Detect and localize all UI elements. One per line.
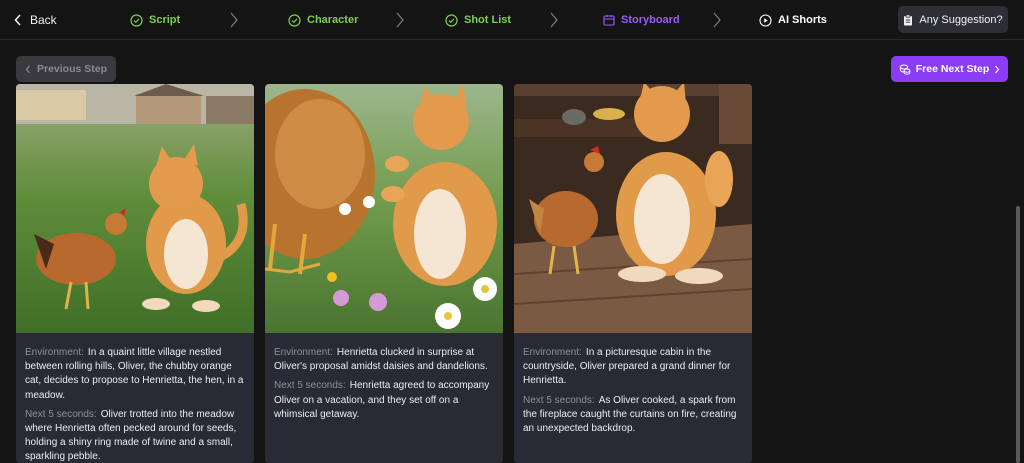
card-text: Environment: In a picturesque cabin in th… bbox=[523, 346, 747, 441]
card-text: Environment: Henrietta clucked in surpris… bbox=[274, 346, 498, 427]
next-paragraph: Next 5 seconds: Henrietta agreed to accom… bbox=[274, 379, 498, 422]
environment-paragraph: Environment: In a quaint little village n… bbox=[25, 346, 249, 403]
check-circle-icon bbox=[445, 13, 458, 27]
clipboard-icon bbox=[904, 13, 913, 25]
scene-image-cabin bbox=[514, 84, 752, 333]
storyboard-card[interactable]: Environment: In a quaint little village n… bbox=[16, 84, 254, 463]
scene-image-meadow bbox=[16, 84, 254, 333]
step-character[interactable]: Character bbox=[288, 10, 358, 30]
previous-step-button[interactable]: Previous Step bbox=[16, 56, 116, 82]
step-shot-list[interactable]: Shot List bbox=[445, 10, 511, 30]
previous-step-label: Previous Step bbox=[36, 63, 108, 75]
chevron-right-icon bbox=[713, 12, 721, 28]
next-paragraph: Next 5 seconds: Oliver trotted into the m… bbox=[25, 408, 249, 463]
back-label: Back bbox=[30, 13, 57, 27]
chevron-right-icon bbox=[995, 65, 1000, 73]
step-label: Storyboard bbox=[621, 14, 680, 26]
environment-paragraph: Environment: In a picturesque cabin in th… bbox=[523, 346, 747, 389]
check-circle-icon bbox=[130, 13, 143, 27]
chevron-right-icon bbox=[230, 12, 238, 28]
next-label: Next 5 seconds: bbox=[523, 394, 595, 406]
step-label: Character bbox=[307, 14, 359, 26]
storyboard-card[interactable]: Environment: In a picturesque cabin in th… bbox=[514, 84, 752, 463]
check-circle-icon bbox=[288, 13, 301, 27]
chevron-left-icon bbox=[25, 65, 30, 73]
step-label: Script bbox=[149, 14, 181, 26]
chevron-left-icon bbox=[14, 14, 21, 26]
environment-label: Environment: bbox=[523, 347, 582, 358]
scene-image-daisies bbox=[265, 84, 503, 333]
back-button[interactable]: Back bbox=[14, 10, 57, 30]
scrollbar-thumb[interactable] bbox=[1016, 206, 1020, 463]
free-next-step-button[interactable]: Free Next Step bbox=[891, 56, 1008, 82]
step-script[interactable]: Script bbox=[130, 10, 180, 30]
chevron-right-icon bbox=[396, 12, 404, 28]
top-nav: Back Script Character Shot List Storyboa… bbox=[0, 0, 1024, 40]
play-circle-icon bbox=[759, 13, 772, 27]
environment-label: Environment: bbox=[274, 347, 333, 358]
environment-label: Environment: bbox=[25, 347, 84, 358]
storyboard-card[interactable]: Environment: Henrietta clucked in surpris… bbox=[265, 84, 503, 463]
step-label: AI Shorts bbox=[778, 14, 827, 26]
card-text: Environment: In a quaint little village n… bbox=[25, 346, 249, 463]
chevron-right-icon bbox=[550, 12, 558, 28]
step-storyboard[interactable]: Storyboard bbox=[603, 10, 680, 30]
suggestion-label: Any Suggestion? bbox=[919, 13, 1003, 26]
free-next-step-label: Free Next Step bbox=[915, 63, 990, 75]
suggestion-button[interactable]: Any Suggestion? bbox=[898, 6, 1008, 33]
environment-paragraph: Environment: Henrietta clucked in surpris… bbox=[274, 346, 498, 374]
coins-icon bbox=[899, 64, 911, 75]
next-label: Next 5 seconds: bbox=[25, 408, 97, 420]
step-ai-shorts[interactable]: AI Shorts bbox=[759, 10, 827, 30]
step-label: Shot List bbox=[464, 14, 512, 26]
next-paragraph: Next 5 seconds: As Oliver cooked, a spark… bbox=[523, 394, 747, 437]
calendar-icon bbox=[603, 15, 615, 26]
next-label: Next 5 seconds: bbox=[274, 380, 346, 392]
